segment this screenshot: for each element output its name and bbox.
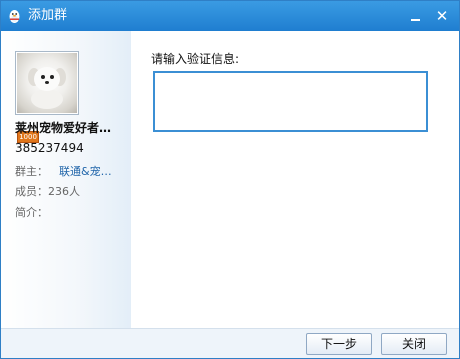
dog-eye bbox=[41, 75, 45, 79]
member-count: 成员：236人 bbox=[15, 185, 80, 198]
intro-label: 简介： bbox=[15, 206, 48, 219]
dog-body bbox=[31, 89, 63, 109]
verification-input[interactable] bbox=[153, 71, 428, 132]
title-bar[interactable]: 添加群 ✕ bbox=[1, 1, 459, 31]
dog-head bbox=[34, 67, 60, 91]
close-button[interactable]: 关闭 bbox=[381, 333, 447, 355]
dog-eye bbox=[50, 75, 54, 79]
close-icon[interactable]: ✕ bbox=[431, 5, 453, 27]
button-bar: 下一步 关闭 bbox=[1, 328, 459, 358]
group-info-panel: 1000 莱州宠物爱好者… 385237494 群主： 联通&宠… 成员：236… bbox=[1, 31, 131, 328]
minimize-icon[interactable] bbox=[405, 5, 427, 27]
owner-name-link[interactable]: 联通&宠… bbox=[59, 165, 112, 178]
next-step-button[interactable]: 下一步 bbox=[306, 333, 372, 355]
dog-nose bbox=[45, 81, 49, 84]
window-title: 添加群 bbox=[28, 8, 68, 23]
avatar-image bbox=[17, 53, 77, 113]
verification-prompt: 请输入验证信息: bbox=[151, 52, 240, 66]
group-name: 莱州宠物爱好者… bbox=[15, 121, 112, 135]
group-id: 385237494 bbox=[15, 141, 84, 155]
owner-label: 群主： bbox=[15, 165, 48, 178]
group-avatar bbox=[15, 51, 79, 115]
qq-penguin-icon bbox=[9, 10, 20, 23]
add-group-dialog: 添加群 ✕ 1000 莱州宠物爱好者… 385237494 群主： 联通&宠… … bbox=[0, 0, 460, 359]
